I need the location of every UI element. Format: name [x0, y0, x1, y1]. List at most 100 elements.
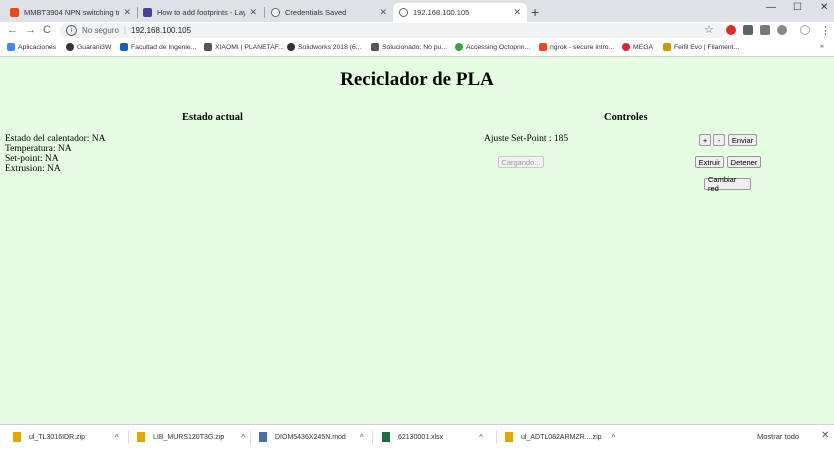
- solidworks-icon: [287, 43, 295, 51]
- address-bar[interactable]: i No seguro | 192.168.100.105: [60, 23, 725, 38]
- bookmark-item[interactable]: Accessing Octoprin...: [455, 43, 530, 51]
- tab-credentials[interactable]: Credentials Saved ✕: [265, 3, 393, 22]
- download-item[interactable]: LIB_MURS120T3G.zip ^: [137, 425, 245, 449]
- filament-icon: [663, 43, 671, 51]
- bookmark-label: Feifil Evo | Filament...: [674, 43, 740, 51]
- chevron-up-icon[interactable]: ^: [115, 433, 119, 442]
- browser-toolbar: ← → C i No seguro | 192.168.100.105 ☆ ⋮: [0, 22, 834, 40]
- download-name: 62130001.xlsx: [398, 433, 444, 441]
- extension-icon[interactable]: [777, 25, 787, 35]
- chevron-up-icon[interactable]: ^: [241, 433, 245, 442]
- bookmark-label: Solidworks 2018 (6...: [298, 43, 362, 51]
- bookmark-item[interactable]: ngrok - secure intro...: [539, 43, 614, 51]
- extension-icon[interactable]: [726, 25, 736, 35]
- extension-icon[interactable]: [760, 25, 770, 35]
- download-item[interactable]: ul_TL3016IDR.zip ^: [13, 425, 119, 449]
- bookmark-label: XIAOMI | PLANETAF...: [215, 43, 284, 51]
- faculty-icon: [120, 43, 128, 51]
- info-icon[interactable]: i: [66, 25, 77, 36]
- maximize-button[interactable]: ☐: [793, 2, 802, 13]
- decrease-setpoint-button[interactable]: -: [713, 134, 725, 146]
- zip-file-icon: [137, 432, 145, 442]
- page-content: Reciclador de PLA Estado actual Estado d…: [0, 57, 834, 424]
- tab-active-ip[interactable]: 192.168.100.105 ✕: [393, 3, 527, 22]
- new-tab-button[interactable]: +: [531, 4, 539, 20]
- apps-icon: [7, 43, 15, 51]
- file-icon: [259, 432, 267, 442]
- stop-button[interactable]: Detener: [727, 156, 761, 168]
- reload-button[interactable]: C: [43, 24, 51, 36]
- download-item[interactable]: 62130001.xlsx ^: [382, 425, 483, 449]
- download-name: ul_TL3016IDR.zip: [29, 433, 86, 441]
- bookmarks-overflow-icon[interactable]: »: [820, 43, 824, 50]
- back-button[interactable]: ←: [7, 24, 18, 36]
- bookmark-item[interactable]: Feifil Evo | Filament...: [663, 43, 739, 51]
- bookmark-item[interactable]: Facultad de Ingenie...: [120, 43, 196, 51]
- menu-icon[interactable]: ⋮: [820, 24, 831, 37]
- globe-icon: [399, 8, 408, 17]
- bookmark-item[interactable]: MEGA: [622, 43, 653, 51]
- send-button[interactable]: Enviar: [728, 134, 757, 146]
- change-network-button[interactable]: Cambiar red: [704, 175, 751, 193]
- tab-title: How to add footprints - Layout -: [157, 8, 246, 17]
- close-window-button[interactable]: ✕: [820, 2, 828, 13]
- bookmark-item[interactable]: Aplicaciones: [7, 43, 56, 51]
- url-text: 192.168.100.105: [131, 26, 192, 35]
- tab-title: 192.168.100.105: [413, 8, 470, 17]
- zip-file-icon: [13, 432, 21, 442]
- close-icon[interactable]: ✕: [249, 7, 257, 18]
- minimize-button[interactable]: —: [766, 2, 776, 13]
- status-heater: Estado del calentador: NA: [5, 134, 106, 144]
- status-temperature: Temperatura: NA: [5, 144, 72, 154]
- tab-title: Credentials Saved: [285, 8, 347, 17]
- bookmark-item[interactable]: XIAOMI | PLANETAF...: [204, 43, 284, 51]
- forum-icon: [371, 43, 379, 51]
- loading-button[interactable]: Cargando...: [498, 156, 544, 168]
- bookmark-star-icon[interactable]: ☆: [704, 23, 714, 36]
- bookmark-item[interactable]: Solidworks 2018 (6...: [287, 43, 361, 51]
- bookmark-item[interactable]: Guarani3W: [66, 43, 111, 51]
- show-all-downloads-button[interactable]: Mostrar todo: [757, 432, 799, 441]
- status-setpoint: Set-point: NA: [5, 154, 59, 164]
- close-icon[interactable]: ✕: [123, 7, 131, 18]
- mega-icon: [622, 43, 630, 51]
- estado-heading: Estado actual: [182, 112, 243, 123]
- page-title: Reciclador de PLA: [340, 69, 494, 90]
- tab-footprints[interactable]: How to add footprints - Layout - ✕: [137, 3, 263, 22]
- download-name: DIOM5436X245N.mod: [275, 433, 346, 441]
- bookmark-label: Accessing Octoprin...: [466, 43, 531, 51]
- bookmark-label: Facultad de Ingenie...: [131, 43, 197, 51]
- wix-icon: [204, 43, 212, 51]
- extrude-button[interactable]: Extruir: [695, 156, 724, 168]
- chevron-up-icon[interactable]: ^: [612, 433, 616, 442]
- zip-file-icon: [505, 432, 513, 442]
- kicad-icon: [143, 8, 152, 17]
- forward-button[interactable]: →: [25, 24, 36, 36]
- close-download-bar-icon[interactable]: ✕: [821, 430, 829, 441]
- close-icon[interactable]: ✕: [513, 7, 521, 18]
- download-name: ul_ADTL082ARMZR....zip: [521, 433, 602, 441]
- bookmark-label: Aplicaciones: [18, 43, 57, 51]
- tab-strip: MMBT3904 NPN switching trans ✕ How to ad…: [0, 0, 834, 22]
- setpoint-adjust-label: Ajuste Set-Point : 185: [484, 134, 569, 144]
- chevron-up-icon[interactable]: ^: [479, 433, 483, 442]
- tab-mmbt3904[interactable]: MMBT3904 NPN switching trans ✕: [4, 3, 137, 22]
- not-secure-label: No seguro: [82, 26, 119, 35]
- extension-icon[interactable]: [743, 25, 753, 35]
- profile-avatar[interactable]: [800, 25, 810, 35]
- chevron-up-icon[interactable]: ^: [360, 433, 364, 442]
- close-icon[interactable]: ✕: [379, 7, 387, 18]
- download-item[interactable]: DIOM5436X245N.mod ^: [259, 425, 364, 449]
- status-extrusion: Extrusion: NA: [5, 164, 61, 174]
- globe-icon: [66, 43, 74, 51]
- download-bar: ul_TL3016IDR.zip ^ LIB_MURS120T3G.zip ^ …: [0, 424, 834, 449]
- increase-setpoint-button[interactable]: +: [699, 134, 711, 146]
- tab-title: MMBT3904 NPN switching trans: [24, 8, 120, 17]
- bookmark-label: Guarani3W: [77, 43, 112, 51]
- controles-heading: Controles: [604, 112, 648, 123]
- bookmark-label: MEGA: [633, 43, 654, 51]
- download-item[interactable]: ul_ADTL082ARMZR....zip ^: [505, 425, 615, 449]
- bookmarks-bar: Aplicaciones Guarani3W Facultad de Ingen…: [0, 40, 834, 57]
- bookmark-item[interactable]: Solucionado: No pu...: [371, 43, 447, 51]
- globe-icon: [271, 8, 280, 17]
